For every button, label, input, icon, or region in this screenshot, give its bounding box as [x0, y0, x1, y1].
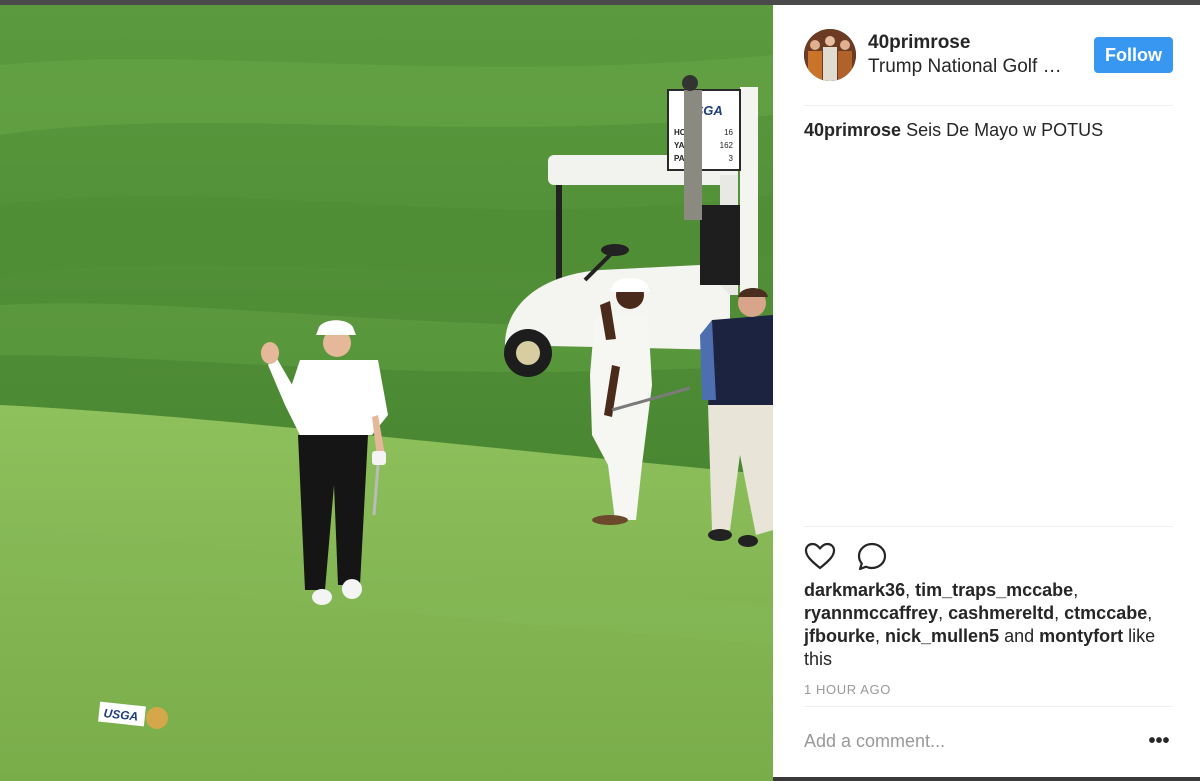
follow-button[interactable]: Follow	[1094, 37, 1173, 73]
likes-summary: darkmark36, tim_traps_mccabe, ryannmccaf…	[804, 580, 1156, 669]
likes-and-text: and	[1004, 626, 1035, 646]
header-divider	[804, 105, 1173, 106]
more-options-icon[interactable]: •••	[1147, 731, 1171, 751]
liker-username[interactable]: darkmark36	[804, 580, 905, 600]
comment-input[interactable]	[804, 727, 1124, 755]
liker-username[interactable]: cashmereltd	[948, 603, 1054, 623]
liker-username[interactable]: ctmccabe	[1064, 603, 1147, 623]
post-photo[interactable]: USGA HOLE 16 YARDS 162 PAR 3	[0, 5, 773, 781]
comment-icon[interactable]	[856, 541, 888, 573]
comment-divider	[804, 706, 1173, 707]
svg-text:3: 3	[729, 154, 734, 163]
post-header: 40primrose Trump National Golf Club Foll…	[773, 5, 1200, 105]
post-author-username[interactable]: 40primrose	[868, 32, 970, 54]
caption-username[interactable]: 40primrose	[804, 120, 901, 140]
heart-icon[interactable]	[804, 541, 836, 573]
post-location[interactable]: Trump National Golf Club	[868, 56, 1073, 78]
liker-username[interactable]: tim_traps_mccabe	[915, 580, 1073, 600]
liker-username[interactable]: ryannmccaffrey	[804, 603, 938, 623]
svg-text:16: 16	[724, 128, 733, 137]
liker-username[interactable]: montyfort	[1039, 626, 1123, 646]
avatar[interactable]	[804, 29, 856, 81]
post-caption: 40primrose Seis De Mayo w POTUS	[804, 120, 1103, 141]
svg-text:162: 162	[720, 141, 734, 150]
golf-course-scene: USGA HOLE 16 YARDS 162 PAR 3	[0, 5, 773, 781]
background-person	[682, 75, 702, 220]
actions-divider	[804, 526, 1173, 527]
liker-username[interactable]: nick_mullen5	[885, 626, 999, 646]
post-timestamp[interactable]: 1 HOUR AGO	[804, 682, 891, 697]
liker-username[interactable]: jfbourke	[804, 626, 875, 646]
post-details-panel: 40primrose Trump National Golf Club Foll…	[773, 5, 1200, 777]
caption-text: Seis De Mayo w POTUS	[901, 120, 1104, 140]
